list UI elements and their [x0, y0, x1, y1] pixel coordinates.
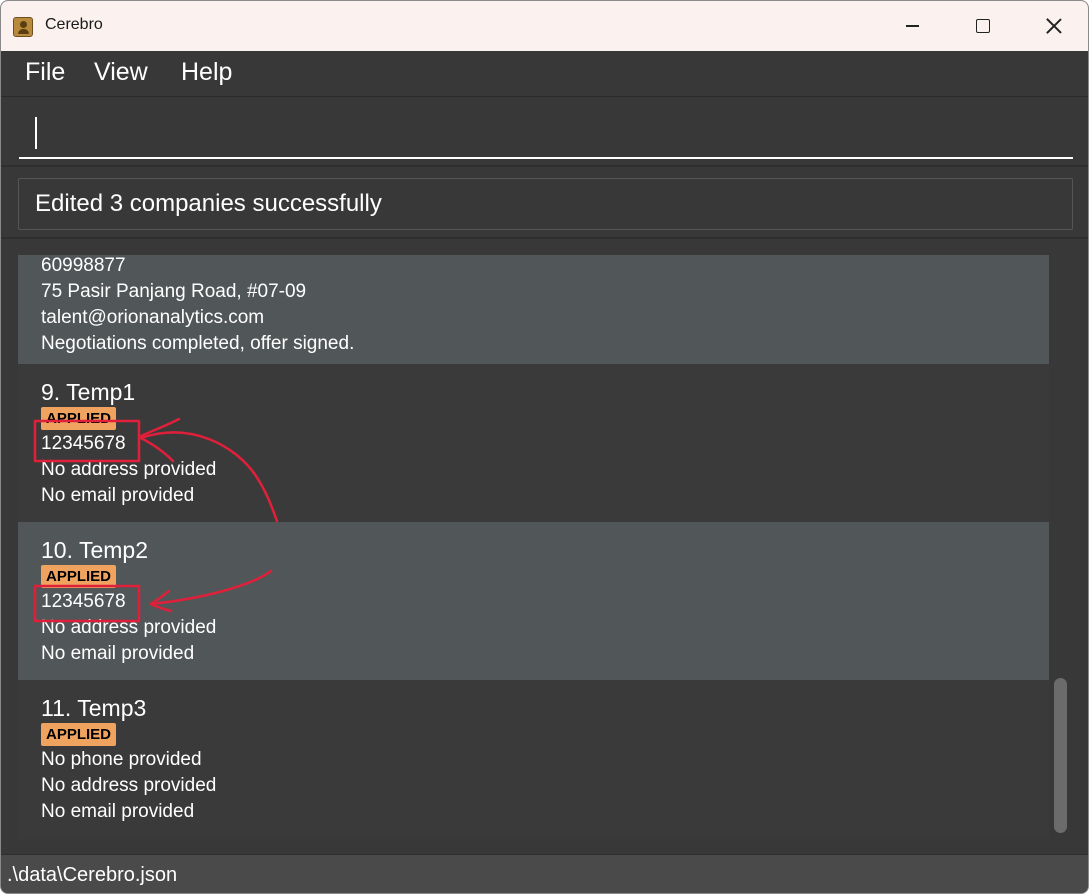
company-address: No address provided: [41, 459, 217, 480]
company-card-9[interactable]: 9. Temp1 APPLIED 12345678 No address pro…: [18, 364, 1049, 522]
company-phone: 12345678: [41, 591, 126, 612]
company-card-10[interactable]: 10. Temp2 APPLIED 12345678 No address pr…: [18, 522, 1049, 680]
status-bar: .\data\Cerebro.json: [1, 854, 1088, 893]
title-bar[interactable]: Cerebro: [1, 1, 1088, 51]
minimize-button[interactable]: [877, 1, 947, 51]
company-remark: Negotiations completed, offer signed.: [41, 333, 355, 354]
close-button[interactable]: [1019, 1, 1088, 51]
window-title: Cerebro: [45, 16, 103, 33]
maximize-button[interactable]: [948, 1, 1018, 51]
company-card-11[interactable]: 11. Temp3 APPLIED No phone provided No a…: [18, 680, 1049, 839]
status-badge: APPLIED: [41, 723, 117, 746]
menu-help[interactable]: Help: [181, 58, 232, 87]
company-phone: 60998877: [41, 255, 126, 276]
menu-file[interactable]: File: [25, 58, 65, 87]
minimize-icon: [905, 25, 919, 27]
company-email: No email provided: [41, 485, 195, 506]
company-address: 75 Pasir Panjang Road, #07-09: [41, 281, 307, 302]
divider: [1, 165, 1088, 167]
result-message: Edited 3 companies successfully: [35, 190, 382, 217]
divider: [1, 237, 1088, 239]
company-name: 11. Temp3: [41, 695, 147, 721]
company-email: No email provided: [41, 801, 195, 822]
app-window: Cerebro File View Help Edited 3 companie…: [0, 0, 1089, 894]
company-name: 9. Temp1: [41, 379, 136, 405]
company-email: No email provided: [41, 643, 195, 664]
list-scrollbar[interactable]: [1054, 678, 1067, 833]
company-phone: 12345678: [41, 433, 126, 454]
menu-view[interactable]: View: [94, 58, 148, 87]
data-file-path: .\data\Cerebro.json: [7, 864, 178, 886]
company-address: No address provided: [41, 617, 217, 638]
command-input[interactable]: [19, 105, 1073, 159]
company-card-8[interactable]: 60998877 75 Pasir Panjang Road, #07-09 t…: [18, 255, 1049, 364]
address-book-icon: [13, 17, 33, 37]
text-caret: [35, 117, 37, 149]
company-phone: No phone provided: [41, 749, 202, 770]
company-email: talent@orionanalytics.com: [41, 307, 265, 328]
close-icon: [1046, 18, 1062, 34]
company-address: No address provided: [41, 775, 217, 796]
result-display: Edited 3 companies successfully: [18, 178, 1073, 230]
status-badge: APPLIED: [41, 407, 117, 430]
company-name: 10. Temp2: [41, 537, 148, 563]
menu-bar: File View Help: [1, 51, 1088, 97]
status-badge: APPLIED: [41, 565, 117, 588]
maximize-icon: [976, 19, 990, 33]
company-list[interactable]: 60998877 75 Pasir Panjang Road, #07-09 t…: [18, 255, 1049, 839]
